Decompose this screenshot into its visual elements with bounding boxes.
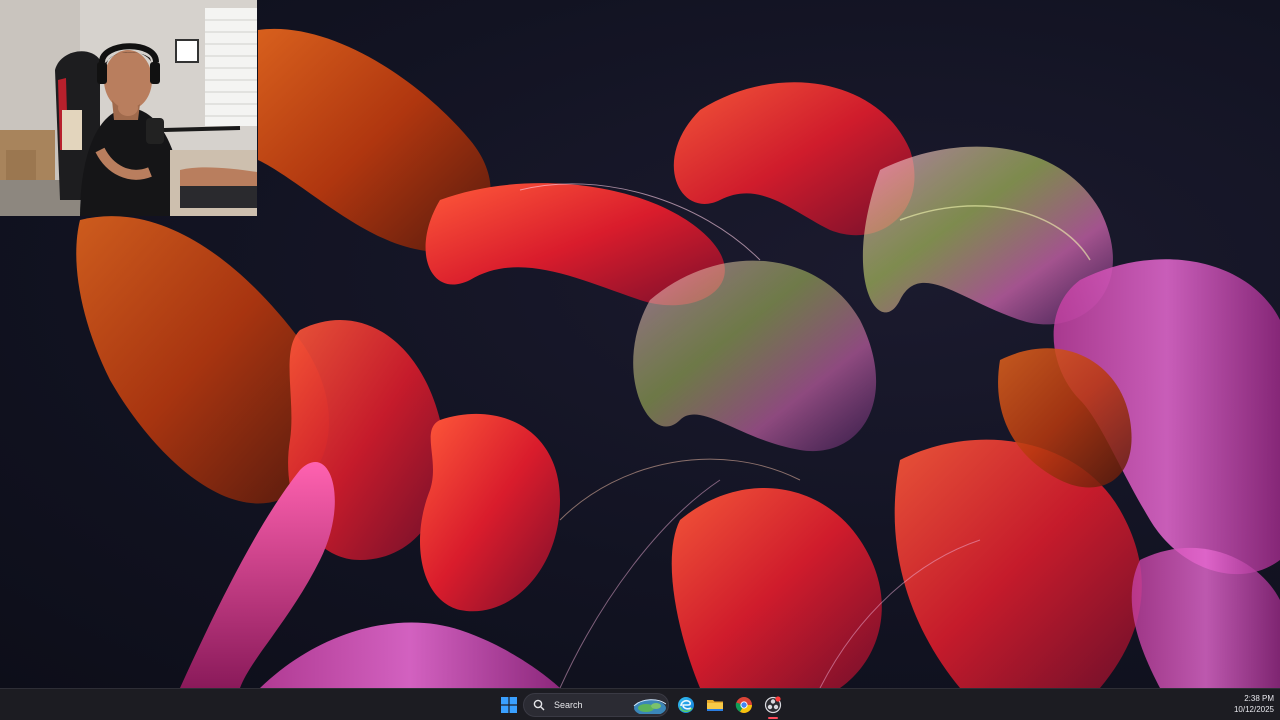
chrome-taskbar-button[interactable] [732,693,756,717]
system-clock[interactable]: 2:38 PM 10/12/2025 [1234,693,1274,715]
search-highlight-globe-icon [632,696,667,716]
clock-date: 10/12/2025 [1233,705,1274,714]
active-app-indicator [768,717,778,719]
clock-time: 2:38 PM [1244,694,1274,703]
webcam-overlay [0,0,257,216]
windows-start-icon [501,697,517,713]
file-explorer-icon [707,700,723,711]
search-icon [532,698,546,712]
taskbar: Search 2:38 PM 10/12/2025 [0,688,1280,720]
edge-icon [678,697,694,713]
start-button[interactable] [497,693,521,717]
edge-taskbar-button[interactable] [674,693,698,717]
desktop-wallpaper [0,0,1280,688]
obs-taskbar-button[interactable] [761,693,785,717]
chrome-icon [735,697,752,713]
webcam-person-image [0,0,257,216]
search-placeholder-label: Search [554,700,583,710]
taskbar-search-box[interactable]: Search [523,693,669,717]
obs-icon [764,696,782,714]
file-explorer-taskbar-button[interactable] [703,693,727,717]
